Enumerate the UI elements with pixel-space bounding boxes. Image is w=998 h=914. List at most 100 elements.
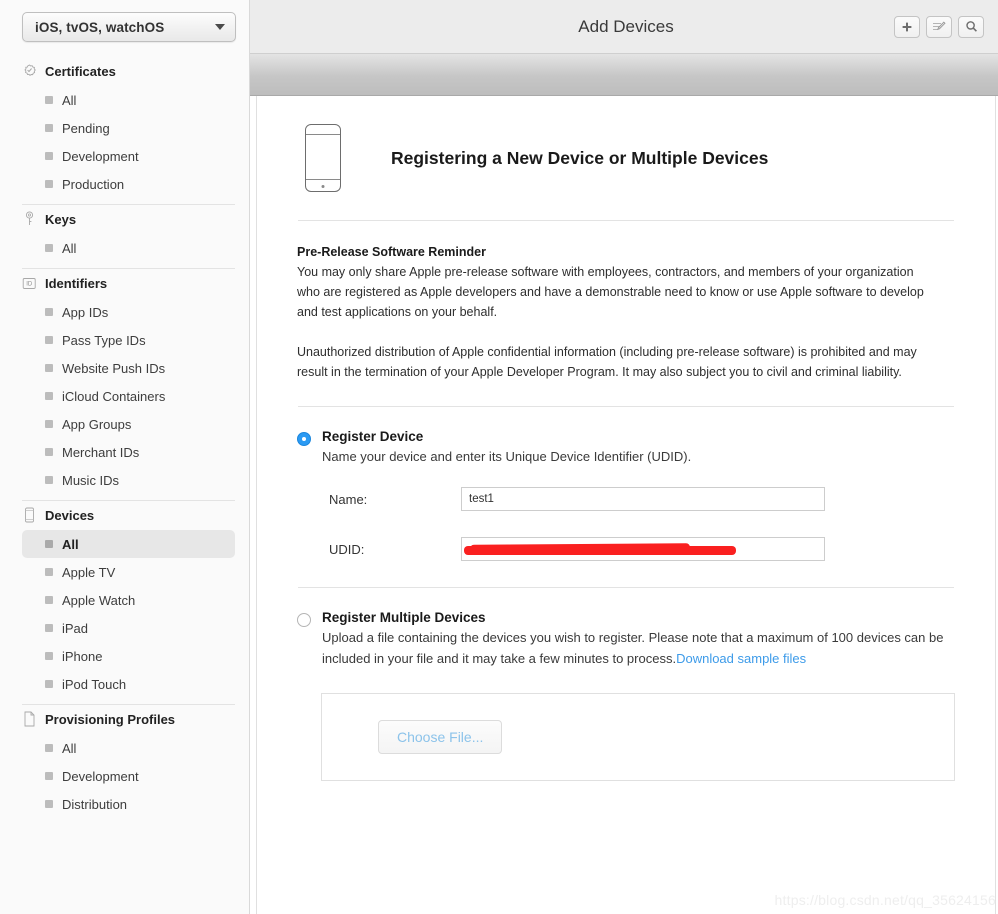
sidebar-group-title: Certificates — [45, 63, 116, 79]
sidebar-item-merchant-ids[interactable]: Merchant IDs — [22, 438, 235, 466]
sidebar-item-label: Distribution — [62, 796, 128, 812]
choose-file-button[interactable]: Choose File... — [378, 720, 503, 754]
bullet-icon — [45, 308, 53, 316]
sidebar-item-certificates-development[interactable]: Development — [22, 142, 235, 170]
sidebar-item-label: App IDs — [62, 304, 109, 320]
bullet-icon — [45, 568, 53, 576]
sidebar-item-label: iCloud Containers — [62, 388, 166, 404]
bullet-icon — [45, 180, 53, 188]
register-multiple-radio[interactable] — [297, 613, 311, 627]
sidebar-item-music-ids[interactable]: Music IDs — [22, 466, 235, 494]
content-area: Registering a New Device or Multiple Dev… — [256, 96, 996, 914]
sidebar-group-header-certificates[interactable]: Certificates — [0, 56, 249, 86]
key-icon — [22, 211, 37, 228]
sidebar-item-ipod-touch[interactable]: iPod Touch — [22, 670, 235, 698]
sidebar-item-label: Production — [62, 176, 125, 192]
sidebar-item-profiles-development[interactable]: Development — [22, 762, 235, 790]
search-button[interactable] — [958, 15, 984, 38]
sidebar-item-certificates-production[interactable]: Production — [22, 170, 235, 198]
sidebar-item-label: All — [62, 92, 77, 108]
sidebar-item-label: iPod Touch — [62, 676, 127, 692]
sidebar-item-label: iPad — [62, 620, 89, 636]
sidebar-group-header-devices[interactable]: Devices — [0, 500, 249, 530]
name-input-value: test1 — [469, 493, 494, 505]
file-upload-box: Choose File... — [321, 693, 955, 781]
prerelease-title: Pre-Release Software Reminder — [297, 245, 486, 259]
sidebar-item-label: App Groups — [62, 416, 132, 432]
sidebar-item-apple-tv[interactable]: Apple TV — [22, 558, 235, 586]
registering-heading-block: Registering a New Device or Multiple Dev… — [297, 96, 955, 220]
sidebar-item-label: Music IDs — [62, 472, 120, 488]
document-icon — [22, 711, 37, 728]
iphone-outline-icon — [305, 124, 341, 192]
bullet-icon — [45, 420, 53, 428]
sidebar-item-certificates-pending[interactable]: Pending — [22, 114, 235, 142]
sidebar-group-title: Devices — [45, 507, 95, 523]
sidebar-item-keys-all[interactable]: All — [22, 234, 235, 262]
sidebar-item-ipad[interactable]: iPad — [22, 614, 235, 642]
content-heading: Registering a New Device or Multiple Dev… — [391, 147, 769, 168]
udid-field-label: UDID: — [329, 541, 365, 557]
sidebar-item-label: Development — [62, 768, 139, 784]
sidebar-item-apple-watch[interactable]: Apple Watch — [22, 586, 235, 614]
register-device-title: Register Device — [322, 429, 424, 444]
toolbar-actions — [894, 15, 984, 38]
sidebar-group-header-identifiers[interactable]: ID Identifiers — [0, 268, 249, 298]
sidebar-group-title: Provisioning Profiles — [45, 711, 176, 727]
register-multiple-title: Register Multiple Devices — [322, 610, 486, 625]
sidebar-item-label: Development — [62, 148, 139, 164]
sidebar-item-label: Pass Type IDs — [62, 332, 146, 348]
udid-field-row: UDID: — [329, 537, 955, 561]
register-multiple-option[interactable]: Register Multiple Devices Upload a file … — [297, 588, 955, 669]
sidebar-item-label: All — [62, 740, 77, 756]
sidebar-group-devices: Devices All Apple TV Apple Watch iPad iP… — [0, 500, 249, 698]
download-sample-files-link[interactable]: Download sample files — [676, 651, 806, 666]
home-button-dot-icon — [321, 185, 325, 188]
sidebar-group-certificates: Certificates All Pending Development Pro… — [0, 56, 249, 198]
content-inner: Registering a New Device or Multiple Dev… — [257, 96, 995, 781]
chevron-down-icon — [215, 24, 225, 30]
edit-button[interactable] — [926, 15, 952, 38]
top-toolbar: Add Devices — [250, 0, 998, 54]
register-device-description: Name your device and enter its Unique De… — [322, 449, 692, 464]
sidebar-item-label: Pending — [62, 120, 110, 136]
register-device-section: Register Device Name your device and ent… — [297, 407, 955, 561]
sidebar-item-iphone[interactable]: iPhone — [22, 642, 235, 670]
udid-redaction-mark — [464, 546, 736, 555]
sidebar-item-devices-all[interactable]: All — [22, 530, 235, 558]
sidebar-group-provisioning-profiles: Provisioning Profiles All Development Di… — [0, 704, 249, 818]
udid-input[interactable] — [461, 537, 825, 561]
sidebar-nav: Certificates All Pending Development Pro… — [0, 56, 249, 818]
sidebar-group-title: Keys — [45, 211, 77, 227]
register-device-radio[interactable] — [297, 432, 311, 446]
sub-toolbar-bar — [250, 54, 998, 96]
sidebar-item-label: All — [62, 240, 77, 256]
app-window: iOS, tvOS, watchOS Certificates All Pend… — [0, 0, 998, 914]
prerelease-paragraph-1: You may only share Apple pre-release sof… — [297, 265, 924, 319]
platform-selector[interactable]: iOS, tvOS, watchOS — [22, 12, 236, 42]
sidebar-item-profiles-distribution[interactable]: Distribution — [22, 790, 235, 818]
name-input[interactable]: test1 — [461, 487, 825, 511]
search-icon — [965, 20, 978, 33]
sidebar-item-app-groups[interactable]: App Groups — [22, 410, 235, 438]
add-button[interactable] — [894, 15, 920, 38]
sidebar-item-app-ids[interactable]: App IDs — [22, 298, 235, 326]
sidebar-group-header-keys[interactable]: Keys — [0, 204, 249, 234]
register-device-option[interactable]: Register Device Name your device and ent… — [297, 407, 955, 467]
bullet-icon — [45, 540, 53, 548]
sidebar-item-pass-type-ids[interactable]: Pass Type IDs — [22, 326, 235, 354]
sidebar-item-website-push-ids[interactable]: Website Push IDs — [22, 354, 235, 382]
page-title: Add Devices — [578, 16, 674, 36]
prerelease-paragraph-2: Unauthorized distribution of Apple confi… — [297, 345, 917, 379]
sidebar-item-certificates-all[interactable]: All — [22, 86, 235, 114]
edit-pencil-icon — [932, 20, 946, 33]
sidebar-item-label: Website Push IDs — [62, 360, 166, 376]
prerelease-reminder-section: Pre-Release Software Reminder You may on… — [297, 221, 955, 406]
sidebar-group-header-provisioning-profiles[interactable]: Provisioning Profiles — [0, 704, 249, 734]
bullet-icon — [45, 680, 53, 688]
sidebar-item-profiles-all[interactable]: All — [22, 734, 235, 762]
bullet-icon — [45, 336, 53, 344]
sidebar-item-icloud-containers[interactable]: iCloud Containers — [22, 382, 235, 410]
main-pane: Add Devices Registering a New Device or … — [250, 0, 998, 914]
certificate-badge-icon — [22, 63, 37, 80]
